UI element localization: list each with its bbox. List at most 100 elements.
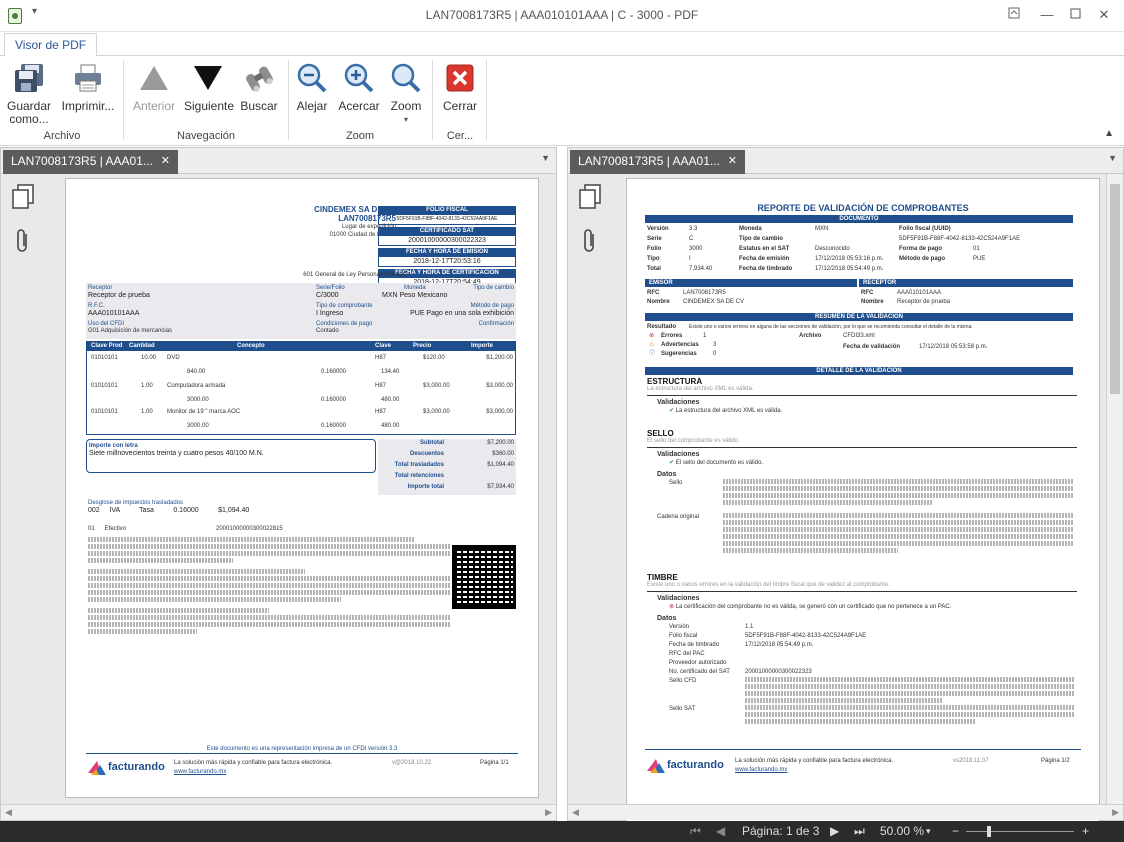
- floppy-disk-icon: [13, 62, 45, 94]
- zoom-level[interactable]: 50.00 %: [880, 824, 924, 838]
- metodo-label: Método de pago: [470, 303, 514, 309]
- zoom-slider[interactable]: [966, 831, 1074, 832]
- url-link[interactable]: www.facturando.mx: [735, 766, 787, 774]
- t-sellosat-label: Sello SAT: [669, 706, 696, 712]
- zoom-plus-icon[interactable]: +: [1082, 824, 1089, 838]
- cadena-label: Cadena original: [657, 514, 700, 520]
- collapse-ribbon-icon[interactable]: ▲: [1104, 128, 1114, 139]
- sello-section: SELLO El sello del comprobante es válido…: [647, 429, 1077, 561]
- previous-button[interactable]: Anterior: [130, 62, 178, 113]
- previous-label: Anterior: [132, 99, 176, 113]
- paperclip-icon[interactable]: [11, 228, 35, 254]
- rfc-value: AAA010101AAA: [88, 310, 140, 317]
- archivo-value: CFDI33.xml: [843, 333, 875, 339]
- close-window-button[interactable]: ✕: [1093, 4, 1115, 26]
- moneda-label: Moneda: [404, 285, 426, 291]
- row-clave: 01010101: [91, 383, 118, 389]
- col-header: Concepto: [237, 343, 265, 349]
- page-number: Página 1/1: [480, 760, 509, 766]
- save-as-button[interactable]: Guardar como...: [6, 62, 52, 126]
- timbre-error: La certificación del comprobante no es v…: [675, 604, 952, 610]
- forma-pago-value: 01 Efectivo: [88, 526, 127, 532]
- documento-section: Versión 3.3 Serie C Folio 3000 Tipo I Total 7…: [647, 225, 1077, 275]
- resumen-section: Resultado Existe uno o varios errores en…: [647, 323, 1077, 363]
- zoom-dropdown-icon[interactable]: ▾: [926, 826, 931, 837]
- restore-ribbon-icon[interactable]: [1003, 4, 1025, 26]
- estructura-subtitle: La estructura del archivo XML es válida.: [647, 386, 754, 392]
- left-horizontal-scrollbar[interactable]: ◀ ▶: [1, 804, 556, 820]
- pages-icon[interactable]: [11, 184, 35, 210]
- last-page-icon[interactable]: ⏭: [854, 824, 865, 839]
- zoom-dropdown-button[interactable]: Zoom ▾: [388, 62, 424, 126]
- next-page-icon[interactable]: ▶: [830, 824, 839, 838]
- desglose-value: 002 IVA Tasa 0.16000 $1,094.40: [88, 507, 250, 514]
- group-label-archivo: Archivo: [43, 130, 81, 142]
- cert-sat: 20001000000300022323: [378, 235, 516, 246]
- row-concepto: Computadora armada: [167, 383, 226, 389]
- total-value: $7,200.00: [487, 440, 514, 446]
- tipo-comp-value: I Ingreso: [316, 310, 344, 317]
- first-page-icon[interactable]: ⏮: [690, 824, 701, 839]
- emisor-nombre: CINDEMEX SA DE CV: [683, 299, 745, 305]
- total-label: Subtotal: [420, 440, 444, 446]
- scroll-thumb[interactable]: [1110, 184, 1120, 394]
- scroll-right-icon[interactable]: ▶: [1112, 807, 1119, 818]
- t-folio-label: Folio fiscal: [669, 633, 698, 639]
- receptor-header: RECEPTOR: [859, 279, 1073, 287]
- regimen: 601 General de Ley Personas Morales: [303, 272, 406, 278]
- tab-dropdown-icon[interactable]: ▼: [1108, 153, 1117, 163]
- url-link[interactable]: www.facturando.mx: [174, 768, 226, 776]
- receptor-nombre: Receptor de prueba: [897, 299, 951, 305]
- tab-visor-de-pdf[interactable]: Visor de PDF: [4, 33, 98, 57]
- error-icon: ⊗: [649, 333, 655, 339]
- documento-header: DOCUMENTO: [645, 215, 1073, 223]
- right-vertical-scrollbar[interactable]: [1106, 174, 1123, 804]
- right-horizontal-scrollbar[interactable]: ◀ ▶: [568, 804, 1123, 820]
- minimize-button[interactable]: —: [1036, 4, 1058, 26]
- search-button[interactable]: Buscar: [238, 62, 280, 113]
- ribbon-separator: [288, 60, 289, 140]
- maximize-button[interactable]: [1064, 4, 1086, 26]
- scroll-left-icon[interactable]: ◀: [5, 807, 12, 818]
- totals-box: Subtotal $7,200.00 Descuentos $360.00 Tota…: [378, 439, 516, 495]
- close-tab-icon[interactable]: ✕: [728, 150, 737, 172]
- version-value: 3.3: [689, 226, 698, 232]
- fecha-timbrado-label: Fecha de timbrado: [739, 266, 793, 272]
- facturando-logo: facturando: [647, 755, 727, 777]
- col-header: Importe: [471, 343, 494, 349]
- close-tab-icon[interactable]: ✕: [161, 150, 170, 172]
- zoom-minus-icon[interactable]: −: [952, 824, 959, 838]
- zoom-out-button[interactable]: Alejar: [294, 62, 330, 113]
- version-label: Versión: [647, 226, 669, 232]
- next-button[interactable]: Siguiente: [184, 62, 234, 113]
- row-impuesto: 134.40: [381, 369, 400, 375]
- print-button[interactable]: Imprimir...: [60, 62, 116, 113]
- save-as-label: Guardar como...: [6, 99, 52, 126]
- pages-icon[interactable]: [578, 184, 602, 210]
- folio-label: Folio: [647, 246, 662, 252]
- t-sellocfd-label: Sello CFD: [669, 678, 697, 684]
- metodo-value: PUE Pago en una sola exhibición: [410, 310, 514, 317]
- ribbon-separator: [432, 60, 433, 140]
- tab-dropdown-icon[interactable]: ▼: [541, 153, 550, 163]
- right-document-tab[interactable]: LAN7008173R5 | AAA01... ✕: [570, 150, 745, 174]
- emisor-rfc: LAN7008173R5: [683, 290, 726, 296]
- paperclip-icon[interactable]: [578, 228, 602, 254]
- fecha-validacion-label: Fecha de validación: [843, 344, 901, 350]
- receptor-rfc: AAA010101AAA: [897, 290, 942, 296]
- left-document-tab[interactable]: LAN7008173R5 | AAA01... ✕: [3, 150, 178, 174]
- close-document-button[interactable]: Cerrar: [440, 62, 480, 113]
- status-bar: ⏮ ◀ Página: 1 de 3 ▶ ⏭ 50.00 % ▾ − +: [0, 821, 1124, 842]
- uso-value: G01 Adquisición de mercancias: [88, 328, 173, 334]
- tagline: La solución más rápida y confiable para …: [735, 758, 894, 764]
- scroll-left-icon[interactable]: ◀: [572, 807, 579, 818]
- scroll-right-icon[interactable]: ▶: [545, 807, 552, 818]
- zoom-slider-thumb[interactable]: [987, 826, 991, 837]
- triangle-up-icon: [138, 62, 170, 94]
- zoom-in-button[interactable]: Acercar: [338, 62, 380, 113]
- emitter-rfc: LAN7008173R5: [338, 214, 396, 223]
- t-prov-label: Proveedor autorizado: [669, 660, 727, 666]
- previous-page-icon[interactable]: ◀: [716, 824, 725, 838]
- table-row: 01010101 1.00 Computadora armada H87 $3,…: [91, 382, 513, 408]
- confirmacion-label: Confirmación: [478, 321, 514, 327]
